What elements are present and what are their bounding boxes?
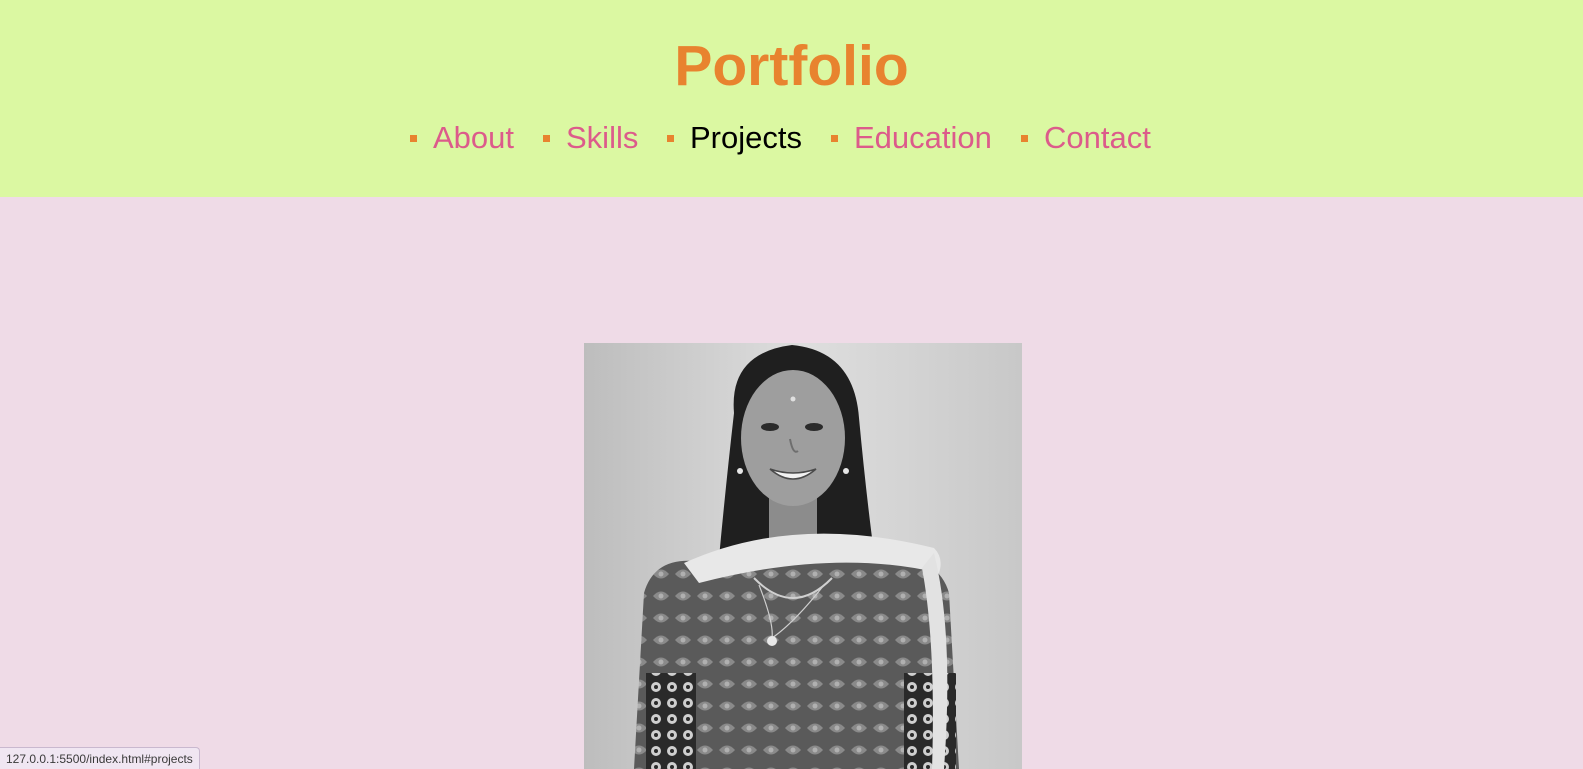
nav-label[interactable]: Contact xyxy=(1044,118,1151,158)
profile-photo xyxy=(584,343,1022,769)
square-bullet-icon xyxy=(667,134,674,142)
nav-item-contact[interactable]: Contact xyxy=(1021,118,1151,158)
nav-label[interactable]: About xyxy=(433,118,514,158)
status-bar-url: 127.0.0.1:5500/index.html#projects xyxy=(0,747,200,769)
nav-item-skills[interactable]: Skills xyxy=(543,118,638,158)
nav-label[interactable]: Projects xyxy=(690,118,802,158)
nav-item-education[interactable]: Education xyxy=(831,118,992,158)
portrait-image xyxy=(584,343,1022,769)
nav-label[interactable]: Skills xyxy=(566,118,638,158)
site-title: Portfolio xyxy=(674,34,909,98)
square-bullet-icon xyxy=(1021,134,1028,142)
square-bullet-icon xyxy=(543,134,550,142)
nav-item-about[interactable]: About xyxy=(410,118,514,158)
nav-label[interactable]: Education xyxy=(854,118,992,158)
site-header: Portfolio About Skills Projects Educatio… xyxy=(0,0,1583,197)
nav-item-projects[interactable]: Projects xyxy=(667,118,802,158)
square-bullet-icon xyxy=(410,134,417,142)
square-bullet-icon xyxy=(831,134,838,142)
main-nav: About Skills Projects Education Contact xyxy=(0,118,1583,158)
